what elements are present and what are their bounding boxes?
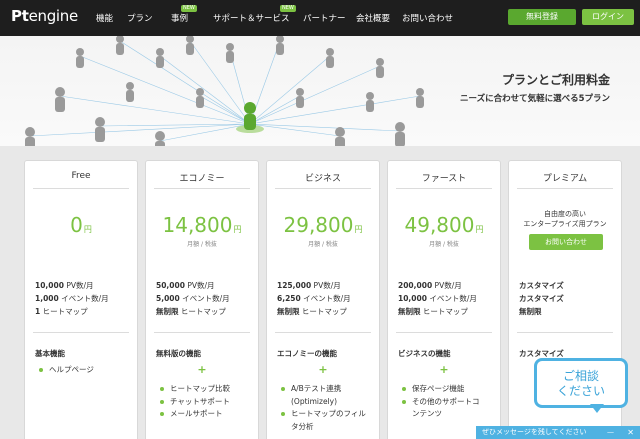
- nav-item-contact[interactable]: お問い合わせ: [402, 12, 453, 24]
- divider: [275, 188, 371, 189]
- new-badge: NEW: [181, 5, 197, 12]
- network-people-illustration: [25, 36, 424, 146]
- plan-specs: 50,000 PV数/月 5,000 イベント数/月 無制限 ヒートマップ: [156, 281, 230, 316]
- divider: [33, 332, 129, 333]
- price-note: 月額 / 税抜: [187, 241, 217, 248]
- list-item: 保存ページ機能: [402, 383, 480, 396]
- divider: [396, 188, 492, 189]
- list-item: その他のサポートコ: [402, 396, 480, 409]
- plus-icon: +: [318, 363, 328, 376]
- close-icon[interactable]: ✕: [627, 426, 634, 439]
- feature-list: A/Bテスト連携 (Optimizely) ヒートマップのフィル タ分析: [281, 383, 366, 433]
- feature-title: 基本機能: [35, 349, 65, 358]
- divider: [154, 332, 250, 333]
- list-item: ヒートマップ比較: [160, 383, 230, 396]
- plan-card-economy: エコノミー 14,800円 月額 / 税抜 50,000 PV数/月 5,000…: [145, 160, 259, 439]
- chat-bubble-tail: [590, 404, 604, 413]
- feature-title: ビジネスの機能: [398, 349, 451, 358]
- list-item-cont: ンテンツ: [412, 409, 442, 418]
- plan-specs: カスタマイズ カスタマイズ 無制限: [519, 281, 564, 316]
- nav-item-plans[interactable]: プラン: [127, 12, 153, 24]
- nav-item-partner[interactable]: パートナー: [303, 12, 346, 24]
- price-note: 月額 / 税抜: [308, 241, 338, 248]
- plan-price: 29,800円: [283, 213, 363, 237]
- feature-list: ヒートマップ比較 チャットサポート メールサポート: [160, 383, 230, 421]
- new-badge: NEW: [280, 5, 296, 12]
- minimize-icon[interactable]: —: [607, 426, 614, 439]
- ptengine-logo[interactable]: Ptengine: [11, 7, 78, 25]
- list-item: A/Bテスト連携: [281, 383, 366, 396]
- contact-button[interactable]: お問い合わせ: [529, 234, 603, 250]
- plan-card-business: ビジネス 29,800円 月額 / 税抜 125,000 PV数/月 6,250…: [266, 160, 380, 439]
- plan-name: ビジネス: [304, 174, 341, 184]
- chat-bubble[interactable]: ご相談 ください: [534, 358, 628, 408]
- list-item-cont: (Optimizely): [291, 396, 338, 406]
- divider: [396, 332, 492, 333]
- divider: [517, 332, 613, 333]
- list-item: ヘルプページ: [39, 364, 94, 377]
- list-item: メールサポート: [160, 408, 230, 421]
- divider: [154, 188, 250, 189]
- plan-description: 自由度の高い エンタープライズ用プラン: [523, 210, 607, 228]
- divider: [275, 332, 371, 333]
- plan-card-first: ファースト 49,800円 月額 / 税抜 200,000 PV数/月 10,0…: [387, 160, 501, 439]
- list-item-cont: タ分析: [291, 421, 314, 431]
- plan-price: 49,800円: [404, 213, 484, 237]
- top-nav: Ptengine 機能 プラン 事例 NEW サポート＆サービス NEW パート…: [0, 0, 640, 36]
- hero-title: プランとご利用料金: [501, 73, 610, 87]
- plan-name: ファースト: [421, 174, 467, 184]
- chat-bar[interactable]: ぜひメッセージを残してください — ✕: [476, 426, 640, 439]
- plan-specs: 10,000 PV数/月 1,000 イベント数/月 1 ヒートマップ: [35, 281, 109, 316]
- nav-item-features[interactable]: 機能: [96, 12, 113, 24]
- plus-icon: +: [197, 363, 207, 376]
- register-button[interactable]: 無料登録: [508, 9, 576, 25]
- plan-price: 14,800円: [162, 213, 242, 237]
- nav-item-support[interactable]: サポート＆サービス: [213, 12, 290, 24]
- list-item: チャットサポート: [160, 396, 230, 409]
- plan-specs: 200,000 PV数/月 10,000 イベント数/月 無制限 ヒートマップ: [398, 281, 477, 316]
- divider: [33, 188, 129, 189]
- nav-item-cases[interactable]: 事例: [171, 12, 188, 24]
- hero-banner: プランとご利用料金 ニーズに合わせて気軽に選べる5プラン: [0, 36, 640, 146]
- plan-price: 0円: [70, 213, 92, 237]
- plan-specs: 125,000 PV数/月 6,250 イベント数/月 無制限 ヒートマップ: [277, 281, 351, 316]
- plan-name: プレミアム: [542, 174, 588, 184]
- feature-title: 無料版の機能: [156, 349, 201, 358]
- plus-icon: +: [439, 363, 449, 376]
- plan-name: エコノミー: [179, 174, 225, 184]
- feature-list: 保存ページ機能 その他のサポートコ ンテンツ: [402, 383, 480, 421]
- plan-card-free: Free 0円 10,000 PV数/月 1,000 イベント数/月 1 ヒート…: [24, 160, 138, 439]
- list-item: ヒートマップのフィル: [281, 408, 366, 421]
- feature-list: ヘルプページ: [39, 364, 94, 377]
- nav-item-company[interactable]: 会社概要: [356, 12, 390, 24]
- hero-subtitle: ニーズに合わせて気軽に選べる5プラン: [460, 94, 610, 104]
- divider: [517, 188, 613, 189]
- feature-title: エコノミーの機能: [277, 349, 337, 358]
- price-note: 月額 / 税抜: [429, 241, 459, 248]
- login-button[interactable]: ログイン: [582, 9, 634, 25]
- plan-name: Free: [71, 171, 91, 181]
